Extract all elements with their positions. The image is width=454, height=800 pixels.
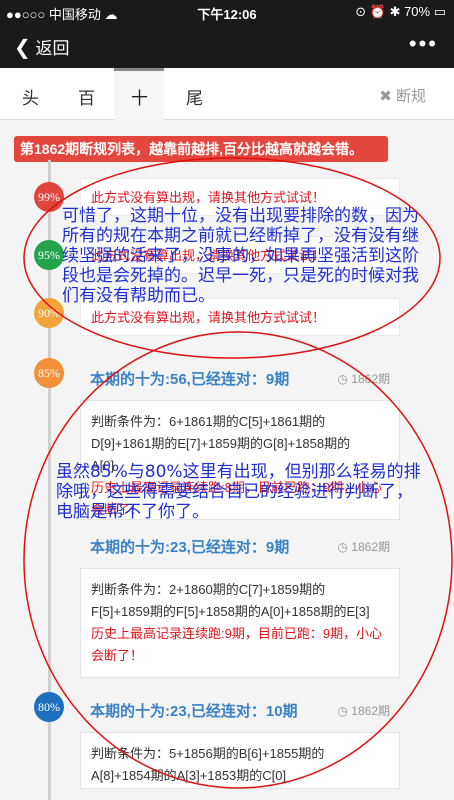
back-label: 返回 xyxy=(35,39,70,58)
percent-badge: 80% xyxy=(34,692,64,722)
percent-badge: 99% xyxy=(34,182,64,212)
period-banner: 第1862期断规列表，越靠前越排,百分比越高就越会错。 xyxy=(14,136,388,162)
status-bar: ●●○○○ 中国移动 ☁ 下午12:06 ⊙ ⏰ ✱ 70% ▭ xyxy=(0,0,454,22)
rule-button[interactable]: ✖ 断规 xyxy=(379,85,426,106)
rule-title: 本期的十为:23,已经连对：9期 xyxy=(90,539,290,556)
period-label: ◷ 1862期 xyxy=(337,704,390,718)
tab-thousands[interactable]: 头 xyxy=(22,84,39,109)
clock-icon: ◷ xyxy=(337,372,352,386)
percent-badge: 90% xyxy=(34,298,64,328)
annotation-text: 可惜了，这期十位，没有出现要排除的数，因为所有的规在本期之前就已经断掉了，没有没… xyxy=(62,206,419,306)
condition-line: 判断条件为：2+1860期的C[7]+1859期的 xyxy=(91,582,326,597)
rule-title: 本期的十为:23,已经连对：10期 xyxy=(90,703,298,720)
rule-card-body: 判断条件为：5+1856期的B[6]+1855期的 A[8]+1854期的A[3… xyxy=(80,732,400,789)
condition-line: A[8]+1854期的A[3]+1853期的C[0] xyxy=(91,768,287,783)
rule-card-header[interactable]: 本期的十为:23,已经连对：9期 ◷ 1862期 xyxy=(80,524,400,568)
period-label: ◷ 1862期 xyxy=(337,540,390,554)
clock-icon: ◷ xyxy=(337,540,352,554)
warning-text: 历史上最高记录连续跑:9期，目前已跑：9期，小心会断了！ xyxy=(91,626,383,663)
chevron-left-icon: ❮ xyxy=(14,37,31,59)
condition-line: 判断条件为：5+1856期的B[6]+1855期的 xyxy=(91,746,325,761)
rule-card-header[interactable]: 本期的十为:56,已经连对：9期 ◷ 1862期 xyxy=(80,356,400,400)
percent-badge: 95% xyxy=(34,240,64,270)
annotation-text: 虽然85%与80%这里有出现，但别那么轻易的排除哦，这些得需要结合自已的经验进行… xyxy=(56,462,421,522)
back-button[interactable]: ❮ 返回 xyxy=(14,34,70,60)
tab-hundreds[interactable]: 百 xyxy=(78,84,95,109)
rule-label: 断规 xyxy=(395,88,426,105)
position-tabs: 头 百 十 尾 ✖ 断规 xyxy=(0,68,454,120)
close-x-icon: ✖ xyxy=(379,88,392,105)
tab-units[interactable]: 尾 xyxy=(186,84,203,109)
period-label: ◷ 1862期 xyxy=(337,372,390,386)
percent-badge: 85% xyxy=(34,358,64,388)
clock-icon: ◷ xyxy=(337,704,352,718)
rule-card-header[interactable]: 本期的十为:23,已经连对：10期 ◷ 1862期 xyxy=(80,688,400,732)
condition-line: 判断条件为：6+1861期的C[5]+1861期的 xyxy=(91,414,326,429)
battery-text: ⊙ ⏰ ✱ 70% ▭ xyxy=(355,4,446,19)
condition-line: D[9]+1861期的E[7]+1859期的G[8]+1858期的 xyxy=(91,436,351,451)
condition-line: F[5]+1859期的F[5]+1858期的A[0]+1858期的E[3] xyxy=(91,604,370,619)
tab-tens[interactable]: 十 xyxy=(131,84,148,109)
nav-bar: ❮ 返回 ••• xyxy=(0,22,454,68)
rule-card-body: 判断条件为：2+1860期的C[7]+1859期的 F[5]+1859期的F[5… xyxy=(80,568,400,678)
rule-title: 本期的十为:56,已经连对：9期 xyxy=(90,371,290,388)
more-menu-button[interactable]: ••• xyxy=(409,31,438,57)
